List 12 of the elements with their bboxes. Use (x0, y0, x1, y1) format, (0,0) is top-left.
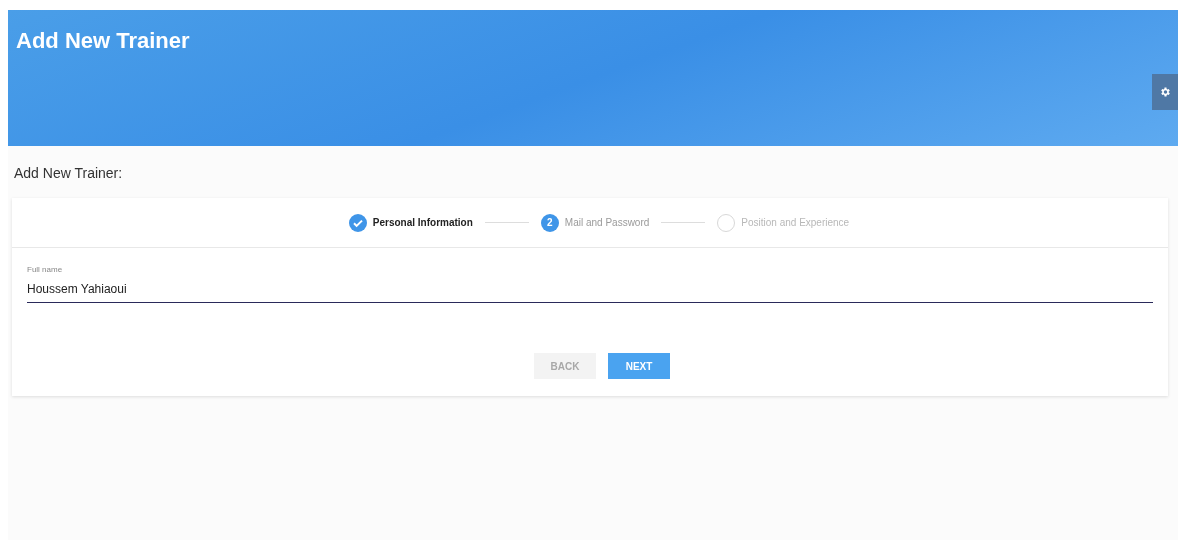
full-name-field[interactable]: Houssem Yahiaoui (27, 280, 1153, 303)
step-number: 2 (540, 213, 559, 232)
page-title: Add New Trainer (16, 27, 190, 55)
next-button[interactable]: NEXT (608, 353, 670, 379)
field-label: Full name (27, 264, 63, 276)
settings-icon (1159, 86, 1171, 98)
step-label: Mail and Password (564, 216, 650, 230)
form-title: Add New Trainer: (13, 164, 123, 183)
step-label: Personal Information (372, 216, 473, 230)
check-icon (348, 213, 367, 232)
settings-button[interactable] (1152, 74, 1178, 110)
step-label: Position and Experience (741, 216, 850, 230)
